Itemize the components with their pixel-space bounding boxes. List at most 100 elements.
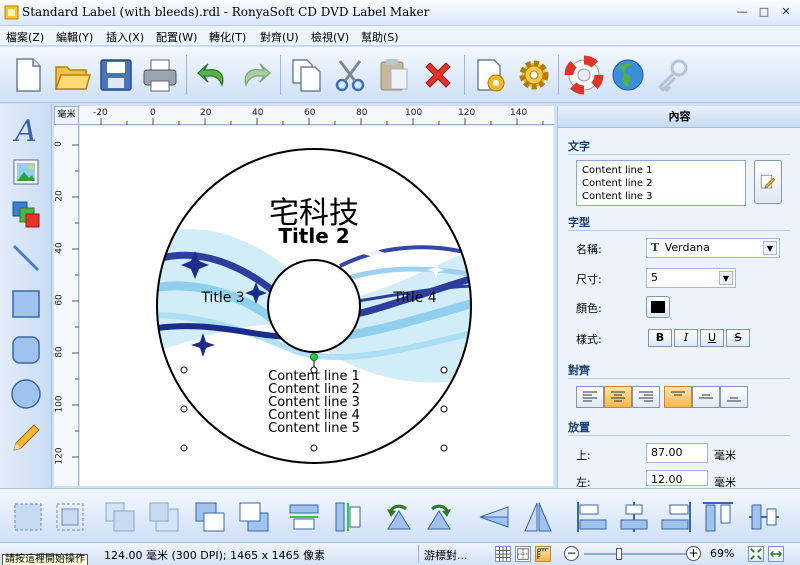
page-settings-icon[interactable] [470, 55, 510, 95]
bring-to-front-icon[interactable] [102, 499, 138, 535]
strikethrough-button[interactable]: S [726, 329, 750, 347]
flip-horizontal-icon[interactable] [520, 499, 556, 535]
zoom-in-button[interactable]: + [686, 546, 701, 561]
center-horizontally-icon[interactable] [286, 499, 322, 535]
rotate-right-icon[interactable] [422, 499, 458, 535]
menu-layout[interactable]: 配置(W) [156, 29, 197, 45]
menu-help[interactable]: 幫助(S) [361, 29, 399, 45]
align-left-edges-icon[interactable] [574, 499, 610, 535]
maximize-button[interactable]: □ [756, 5, 772, 19]
settings-gear-icon[interactable] [514, 55, 554, 95]
menu-insert[interactable]: 插入(X) [106, 29, 144, 45]
delete-icon[interactable] [418, 55, 458, 95]
send-backward-icon[interactable] [236, 499, 272, 535]
ruler-unit[interactable]: 毫米 [54, 106, 79, 125]
pencil-tool-icon[interactable] [10, 422, 42, 454]
bring-forward-icon[interactable] [192, 499, 228, 535]
text-line: Content line 3 [582, 191, 653, 202]
font-color-button[interactable] [646, 296, 670, 318]
panel-header: 內容 [558, 106, 800, 128]
italic-button[interactable]: I [674, 329, 698, 347]
align-right-icon [639, 391, 653, 402]
menu-view[interactable]: 檢視(V) [311, 29, 349, 45]
top-input[interactable]: 87.00 [646, 443, 708, 463]
help-lifebuoy-icon[interactable] [564, 55, 604, 95]
image-tool-icon[interactable] [10, 156, 42, 188]
web-globe-icon[interactable] [608, 55, 648, 95]
rounded-rectangle-tool-icon[interactable] [10, 334, 42, 366]
zoom-slider-thumb[interactable] [616, 548, 622, 560]
font-name-select[interactable]: T Verdana ▼ [646, 238, 780, 258]
section-align: 對齊 [568, 364, 590, 377]
menu-convert[interactable]: 轉化(T) [209, 29, 246, 45]
align-top-edges-icon[interactable] [700, 499, 736, 535]
menu-edit[interactable]: 編輯(Y) [56, 29, 93, 45]
ruler-label: 140 [510, 108, 528, 118]
label-content-block[interactable]: Content line 1 Content line 2 Content li… [240, 370, 388, 435]
minimize-button[interactable]: — [734, 5, 750, 19]
layers-tool-icon[interactable] [10, 198, 42, 230]
cut-icon[interactable] [330, 55, 370, 95]
align-right-edges-icon[interactable] [658, 499, 694, 535]
top-label: 上: [576, 449, 591, 462]
rulers-toggle-icon[interactable] [535, 546, 551, 562]
fit-page-icon[interactable] [748, 546, 764, 562]
align-center-button[interactable] [604, 386, 632, 408]
align-top-button[interactable] [664, 386, 692, 408]
ruler-label: 40 [54, 242, 65, 254]
color-swatch [651, 301, 665, 313]
flip-vertical-icon[interactable] [476, 499, 512, 535]
print-icon[interactable] [140, 55, 180, 95]
align-right-button[interactable] [632, 386, 660, 408]
label-title-2[interactable]: Title 2 [250, 224, 378, 248]
label-title-3[interactable]: Title 3 [188, 290, 258, 306]
rectangle-tool-icon[interactable] [10, 288, 42, 320]
undo-icon[interactable] [192, 55, 232, 95]
close-button[interactable]: ✕ [778, 5, 794, 19]
zoom-slider[interactable] [584, 548, 686, 560]
align-centers-icon[interactable] [616, 499, 652, 535]
save-icon[interactable] [96, 55, 136, 95]
grid-toggle-icon[interactable] [495, 546, 511, 562]
send-to-back-icon[interactable] [146, 499, 182, 535]
label-page[interactable]: 宅科技 Title 2 Title 3 Title 4 Content line… [80, 126, 553, 486]
rotate-left-icon[interactable] [380, 499, 416, 535]
section-divider [568, 154, 790, 155]
new-file-icon[interactable] [8, 55, 48, 95]
label-title-4[interactable]: Title 4 [380, 290, 450, 306]
ellipse-tool-icon[interactable] [10, 378, 42, 410]
key-icon[interactable] [652, 55, 692, 95]
align-middle-button[interactable] [692, 386, 720, 408]
paste-icon[interactable] [374, 55, 414, 95]
label-content-line: Content line 5 [268, 421, 360, 436]
align-middles-icon[interactable] [746, 499, 782, 535]
text-lines-box[interactable]: Content line 1 Content line 2 Content li… [576, 160, 746, 206]
copy-icon[interactable] [286, 55, 326, 95]
chevron-down-icon[interactable]: ▼ [719, 271, 733, 285]
bold-button[interactable]: B [648, 329, 672, 347]
section-divider [568, 378, 790, 379]
redo-icon[interactable] [236, 55, 276, 95]
actual-size-icon[interactable] [768, 546, 784, 562]
ruler-label: 100 [54, 395, 65, 413]
font-size-select[interactable]: 5 ▼ [646, 268, 736, 288]
line-tool-icon[interactable] [10, 242, 42, 274]
edit-text-button[interactable] [754, 160, 782, 204]
zoom-out-button[interactable]: − [564, 546, 579, 561]
underline-button[interactable]: U [700, 329, 724, 347]
font-size-value: 5 [651, 271, 658, 284]
chevron-down-icon[interactable]: ▼ [763, 241, 777, 255]
menu-file[interactable]: 檔案(Z) [6, 29, 44, 45]
guides-toggle-icon[interactable] [515, 546, 531, 562]
top-unit: 毫米 [714, 449, 736, 462]
center-vertically-icon[interactable] [330, 499, 366, 535]
left-input[interactable]: 12.00 [646, 470, 708, 486]
menu-align[interactable]: 對齊(U) [260, 29, 299, 45]
align-bottom-button[interactable] [720, 386, 748, 408]
open-folder-icon[interactable] [52, 55, 92, 95]
font-size-label: 尺寸: [576, 273, 602, 286]
group-icon[interactable] [10, 499, 46, 535]
align-left-button[interactable] [576, 386, 604, 408]
text-tool-icon[interactable]: A [10, 114, 42, 149]
ungroup-icon[interactable] [52, 499, 88, 535]
